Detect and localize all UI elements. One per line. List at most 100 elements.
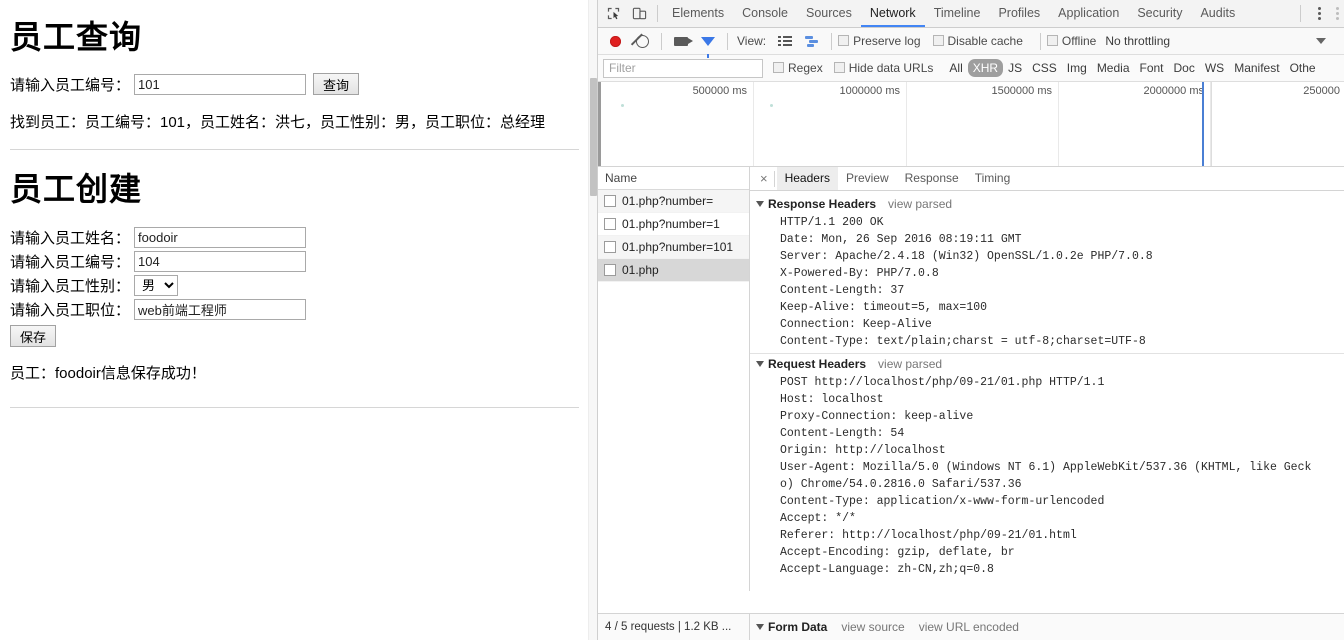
filter-type-font[interactable]: Font [1135,59,1169,77]
filter-type-img[interactable]: Img [1062,59,1092,77]
tab-sources[interactable]: Sources [797,0,861,27]
filter-input[interactable] [603,58,763,78]
save-button[interactable]: 保存 [10,325,57,348]
filter-type-js[interactable]: JS [1003,59,1027,77]
offline-box[interactable] [1046,35,1058,46]
tab-response[interactable]: Response [897,167,967,190]
document-icon [604,241,616,253]
query-number-label: 请输入员工编号： [10,76,131,94]
regex-box[interactable] [773,62,784,73]
screenshot-camera-icon[interactable] [668,28,694,54]
tabbar-separator [657,5,658,22]
query-submit-button[interactable]: 查询 [313,73,360,96]
page-scrollbar-thumb[interactable] [590,78,597,196]
table-row[interactable]: 01.php [598,259,749,282]
filter-type-css[interactable]: CSS [1027,59,1062,77]
filter-type-ws[interactable]: WS [1200,59,1229,77]
network-overview-timeline[interactable]: 500000 ms 1000000 ms 1500000 ms 2000000 … [598,82,1344,167]
device-toolbar-icon[interactable] [626,1,652,27]
web-page-pane: 员工查询 请输入员工编号： 查询 找到员工：员工编号：101，员工姓名：洪七，员… [0,0,597,640]
query-number-input[interactable] [134,73,307,95]
disable-cache-box[interactable] [932,35,944,46]
filter-type-manifest[interactable]: Manifest [1229,59,1284,77]
inspect-element-icon[interactable] [600,1,626,27]
network-filter-bar: Regex Hide data URLs All XHR JS CSS Img … [598,55,1344,82]
preserve-log-checkbox[interactable]: Preserve log [838,34,921,48]
close-icon[interactable]: × [754,171,774,186]
tabbar-right-group [1295,1,1342,27]
record-icon[interactable] [602,28,628,54]
filter-funnel-icon[interactable] [695,28,721,58]
request-headers-section-head[interactable]: Request Headers view parsed [750,354,1344,374]
request-list-header-name[interactable]: Name [598,167,749,190]
view-source-link[interactable]: view source [841,620,904,634]
request-header-line: o) Chrome/54.0.2816.0 Safari/537.36 [780,478,1022,491]
list-view-icon[interactable] [772,28,798,54]
waterfall-view-icon[interactable] [799,28,825,54]
form-data-title: Form Data [768,620,828,634]
request-view-parsed-link[interactable]: view parsed [878,357,942,371]
regex-checkbox[interactable]: Regex [773,61,823,75]
tab-audits[interactable]: Audits [1191,0,1244,27]
filter-type-xhr[interactable]: XHR [967,59,1004,77]
screenshot-root: 员工查询 请输入员工编号： 查询 找到员工：员工编号：101，员工姓名：洪七，员… [0,0,1344,640]
create-gender-select[interactable]: 男 女 [134,275,179,297]
create-number-input[interactable] [134,251,307,273]
query-form-row: 请输入员工编号： 查询 [10,73,585,96]
chevron-down-icon[interactable] [756,361,764,367]
request-header-line: Content-Type: application/x-www-form-url… [780,495,1105,508]
response-headers-section-head[interactable]: Response Headers view parsed [750,194,1344,214]
tab-timeline[interactable]: Timeline [925,0,990,27]
chevron-down-icon[interactable] [756,624,764,630]
overview-tick-5: 250000 [1303,85,1340,97]
table-row[interactable]: 01.php?number= [598,190,749,213]
save-button-wrap: 保存 [10,325,585,348]
tab-console[interactable]: Console [733,0,797,27]
throttling-dropdown-arrow[interactable] [1316,38,1326,44]
overview-selection-line[interactable] [1202,82,1204,166]
response-headers-title: Response Headers [768,197,877,211]
view-url-encoded-link[interactable]: view URL encoded [919,620,1019,634]
chevron-down-icon[interactable] [756,201,764,207]
request-name: 01.php?number=101 [622,240,734,254]
page-vertical-scrollbar[interactable] [588,0,597,640]
tab-network[interactable]: Network [860,0,925,27]
document-icon [604,218,616,230]
preserve-log-box[interactable] [838,35,850,46]
request-name: 01.php [622,263,659,277]
response-header-line: Connection: Keep-Alive [780,318,932,331]
hide-data-urls-label: Hide data URLs [848,61,934,75]
request-header-line: Origin: http://localhost [780,444,946,457]
create-name-input[interactable] [134,227,307,249]
tab-timing[interactable]: Timing [967,167,1019,190]
request-header-line: POST http://localhost/php/09-21/01.php H… [780,376,1105,389]
request-detail-pane: × Headers Preview Response Timing Respon… [750,167,1344,591]
more-options-icon[interactable] [1306,1,1332,27]
table-row[interactable]: 01.php?number=101 [598,236,749,259]
filter-type-other[interactable]: Othe [1285,59,1321,77]
request-header-line: Accept-Encoding: gzip, deflate, br [780,546,1015,559]
offline-checkbox[interactable]: Offline [1046,34,1096,48]
tab-security[interactable]: Security [1128,0,1191,27]
filter-type-all[interactable]: All [944,59,967,77]
create-position-input[interactable] [134,299,307,321]
response-view-parsed-link[interactable]: view parsed [888,197,952,211]
tabbar-separator-right [1300,5,1301,22]
clear-icon[interactable] [629,28,655,54]
filter-type-media[interactable]: Media [1092,59,1135,77]
disable-cache-checkbox[interactable]: Disable cache [932,34,1023,48]
tab-elements[interactable]: Elements [663,0,733,27]
view-label: View: [737,34,767,48]
hide-data-urls-checkbox[interactable]: Hide data URLs [833,61,934,75]
table-row[interactable]: 01.php?number=1 [598,213,749,236]
tab-application[interactable]: Application [1049,0,1128,27]
throttling-value[interactable]: No throttling [1105,34,1170,48]
tab-headers[interactable]: Headers [776,167,838,190]
close-devtools-icon[interactable] [1332,1,1342,27]
hide-data-urls-box[interactable] [833,62,845,73]
filter-type-doc[interactable]: Doc [1169,59,1200,77]
create-position-label: 请输入员工职位： [10,302,131,320]
tab-preview[interactable]: Preview [838,167,897,190]
tab-profiles[interactable]: Profiles [989,0,1049,27]
response-header-line: Content-Type: text/plain;charst = utf-8;… [780,335,1146,348]
